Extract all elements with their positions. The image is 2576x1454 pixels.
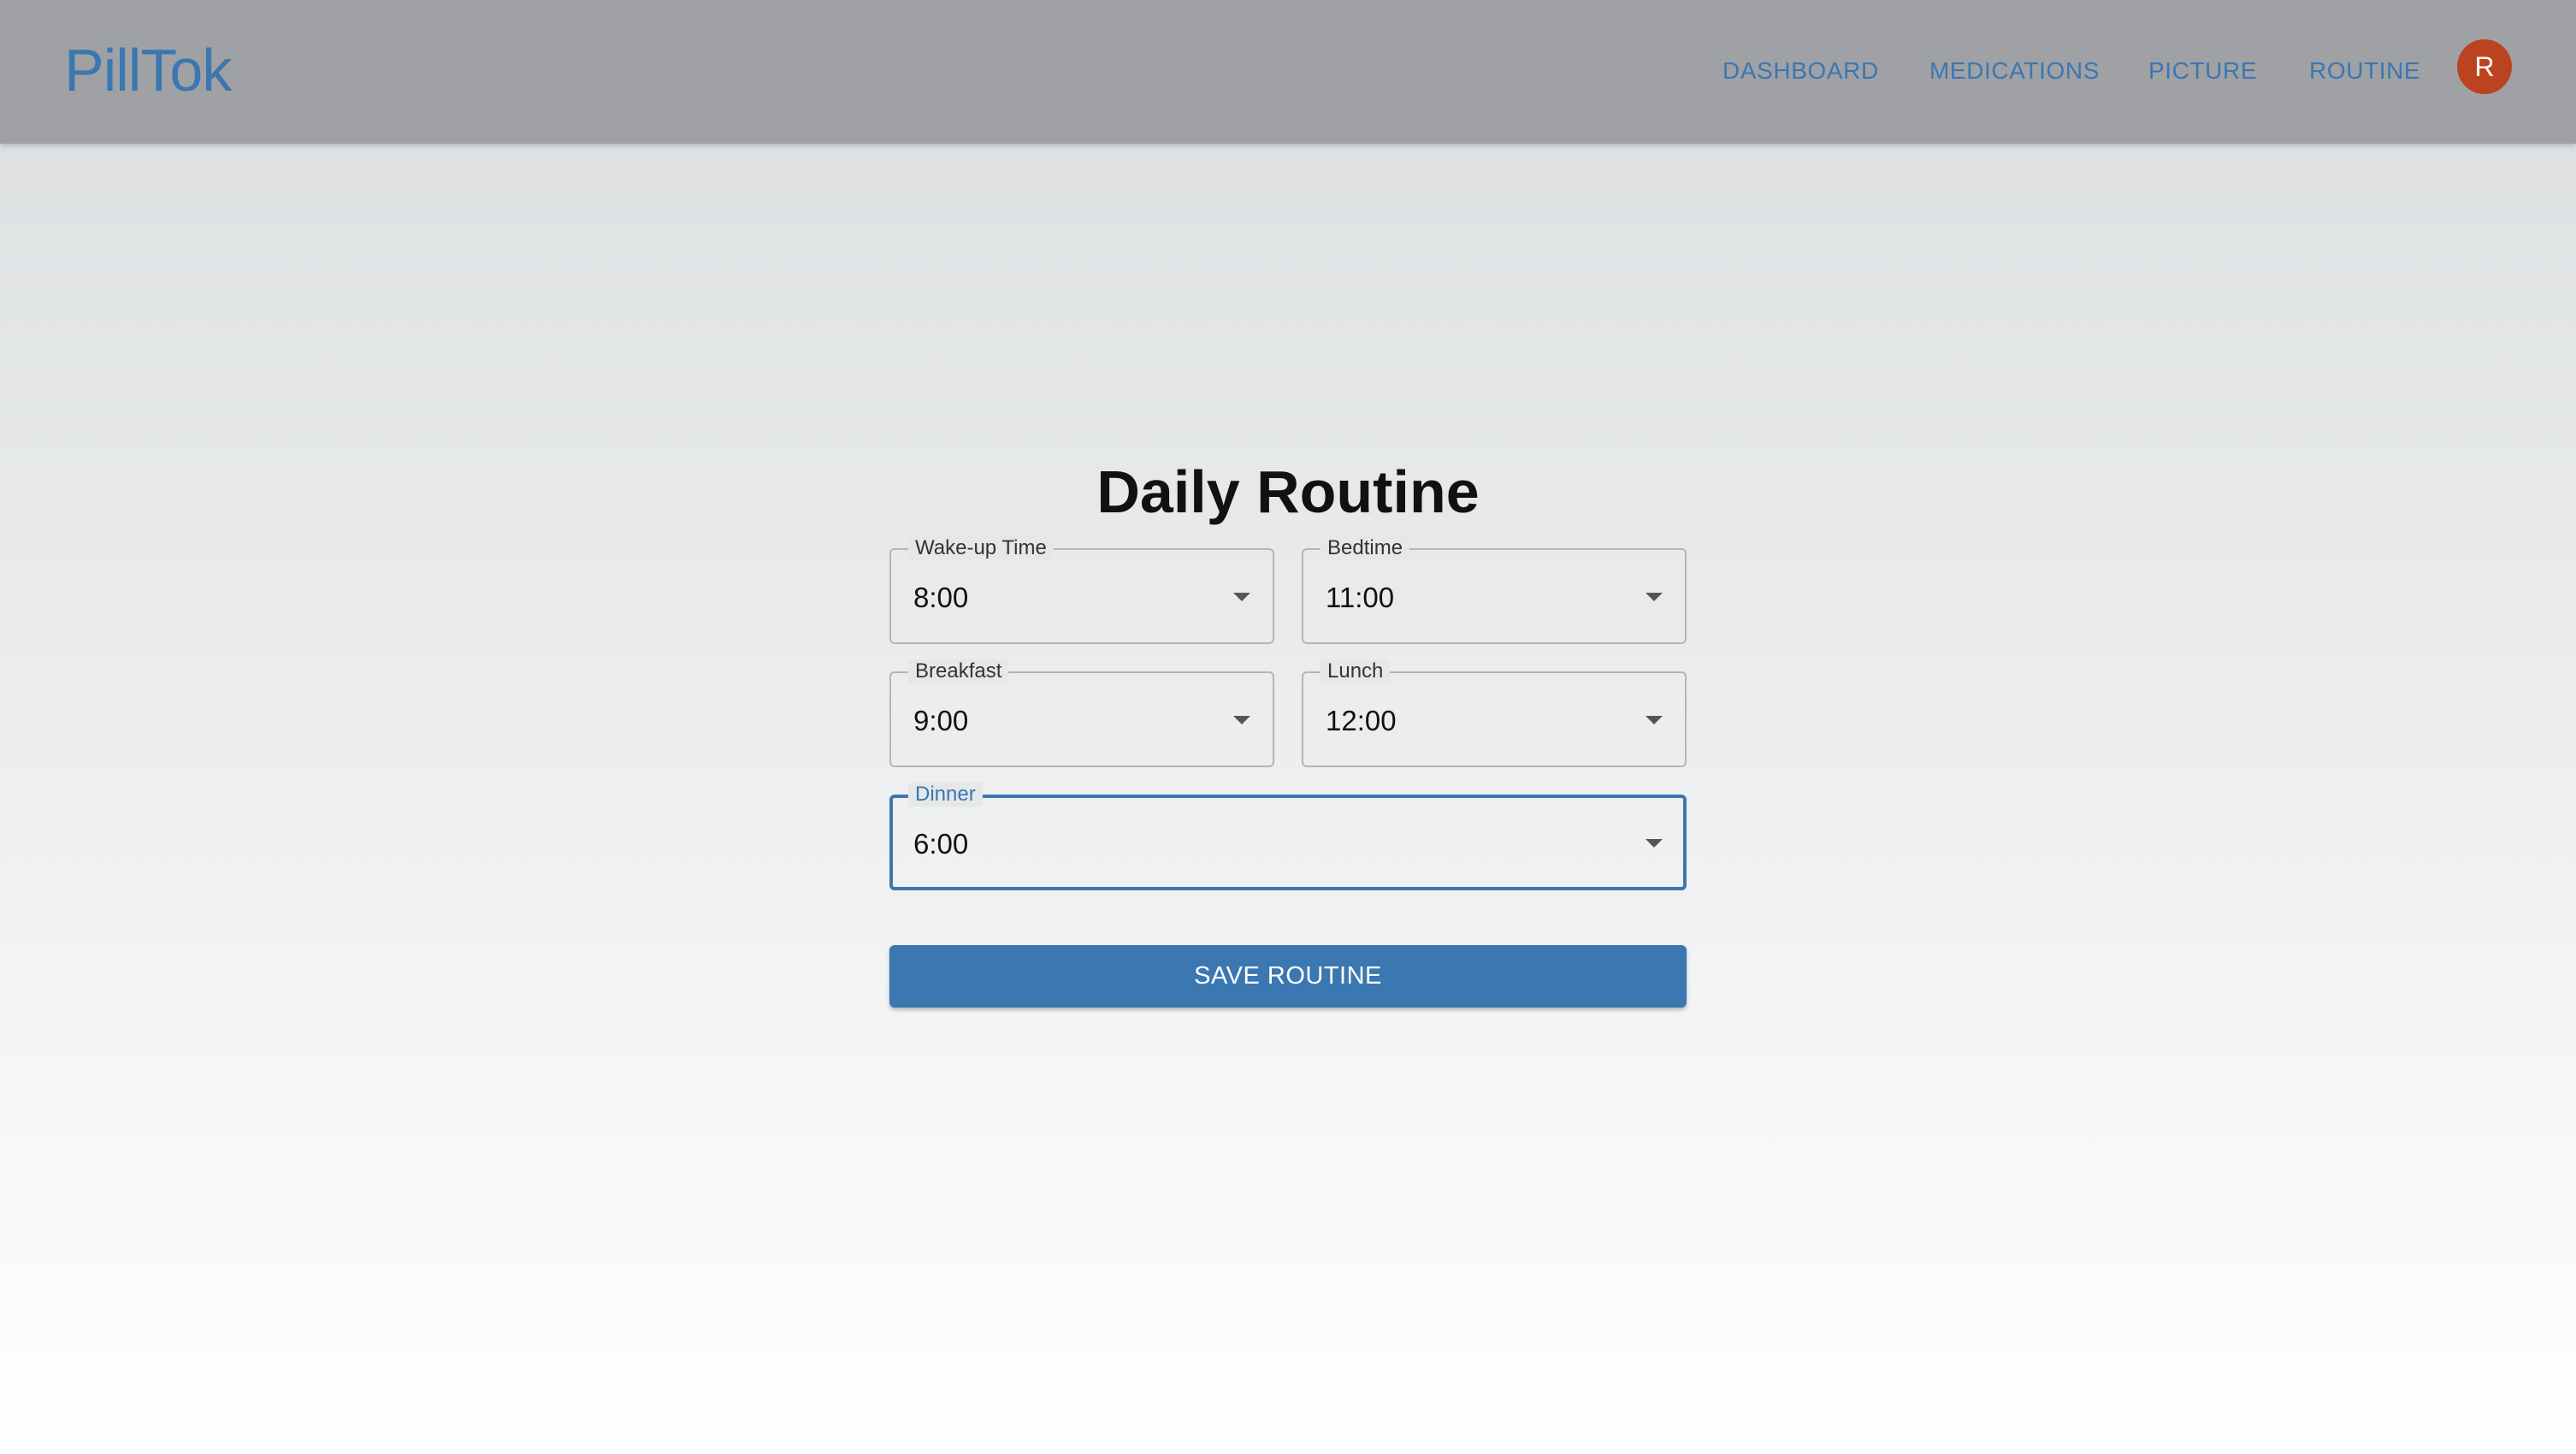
dinner-label: Dinner	[908, 783, 983, 807]
lunch-select[interactable]: Lunch 12:00	[1302, 659, 1687, 767]
wakeup-time-value: 8:00	[913, 582, 969, 613]
chevron-down-icon	[1645, 839, 1663, 848]
nav-picture[interactable]: PICTURE	[2148, 56, 2257, 86]
chevron-down-icon	[1233, 716, 1250, 724]
dinner-value: 6:00	[913, 828, 969, 860]
chevron-down-icon	[1645, 593, 1663, 601]
avatar[interactable]: R	[2457, 39, 2512, 94]
page-title: Daily Routine	[1096, 458, 1480, 525]
nav-routine[interactable]: ROUTINE	[2309, 56, 2420, 86]
lunch-value: 12:00	[1326, 705, 1397, 736]
breakfast-value: 9:00	[913, 705, 969, 736]
lunch-label: Lunch	[1320, 659, 1391, 683]
nav-medications[interactable]: MEDICATIONS	[1929, 56, 2100, 86]
bedtime-label: Bedtime	[1320, 536, 1410, 560]
wakeup-time-select[interactable]: Wake-up Time 8:00	[889, 536, 1274, 644]
app-logo[interactable]: PillTok	[64, 33, 232, 108]
chevron-down-icon	[1233, 593, 1250, 601]
breakfast-select[interactable]: Breakfast 9:00	[889, 659, 1274, 767]
chevron-down-icon	[1645, 716, 1663, 724]
save-routine-button[interactable]: SAVE ROUTINE	[889, 945, 1687, 1008]
avatar-initial: R	[2474, 50, 2495, 82]
app-bar: PillTok DASHBOARD MEDICATIONS PICTURE RO…	[0, 0, 2576, 144]
breakfast-label: Breakfast	[908, 659, 1009, 683]
bedtime-value: 11:00	[1326, 582, 1395, 613]
wakeup-time-label: Wake-up Time	[908, 536, 1054, 560]
bedtime-select[interactable]: Bedtime 11:00	[1302, 536, 1687, 644]
dinner-select[interactable]: Dinner 6:00	[889, 783, 1687, 890]
nav-dashboard[interactable]: DASHBOARD	[1722, 56, 1879, 86]
